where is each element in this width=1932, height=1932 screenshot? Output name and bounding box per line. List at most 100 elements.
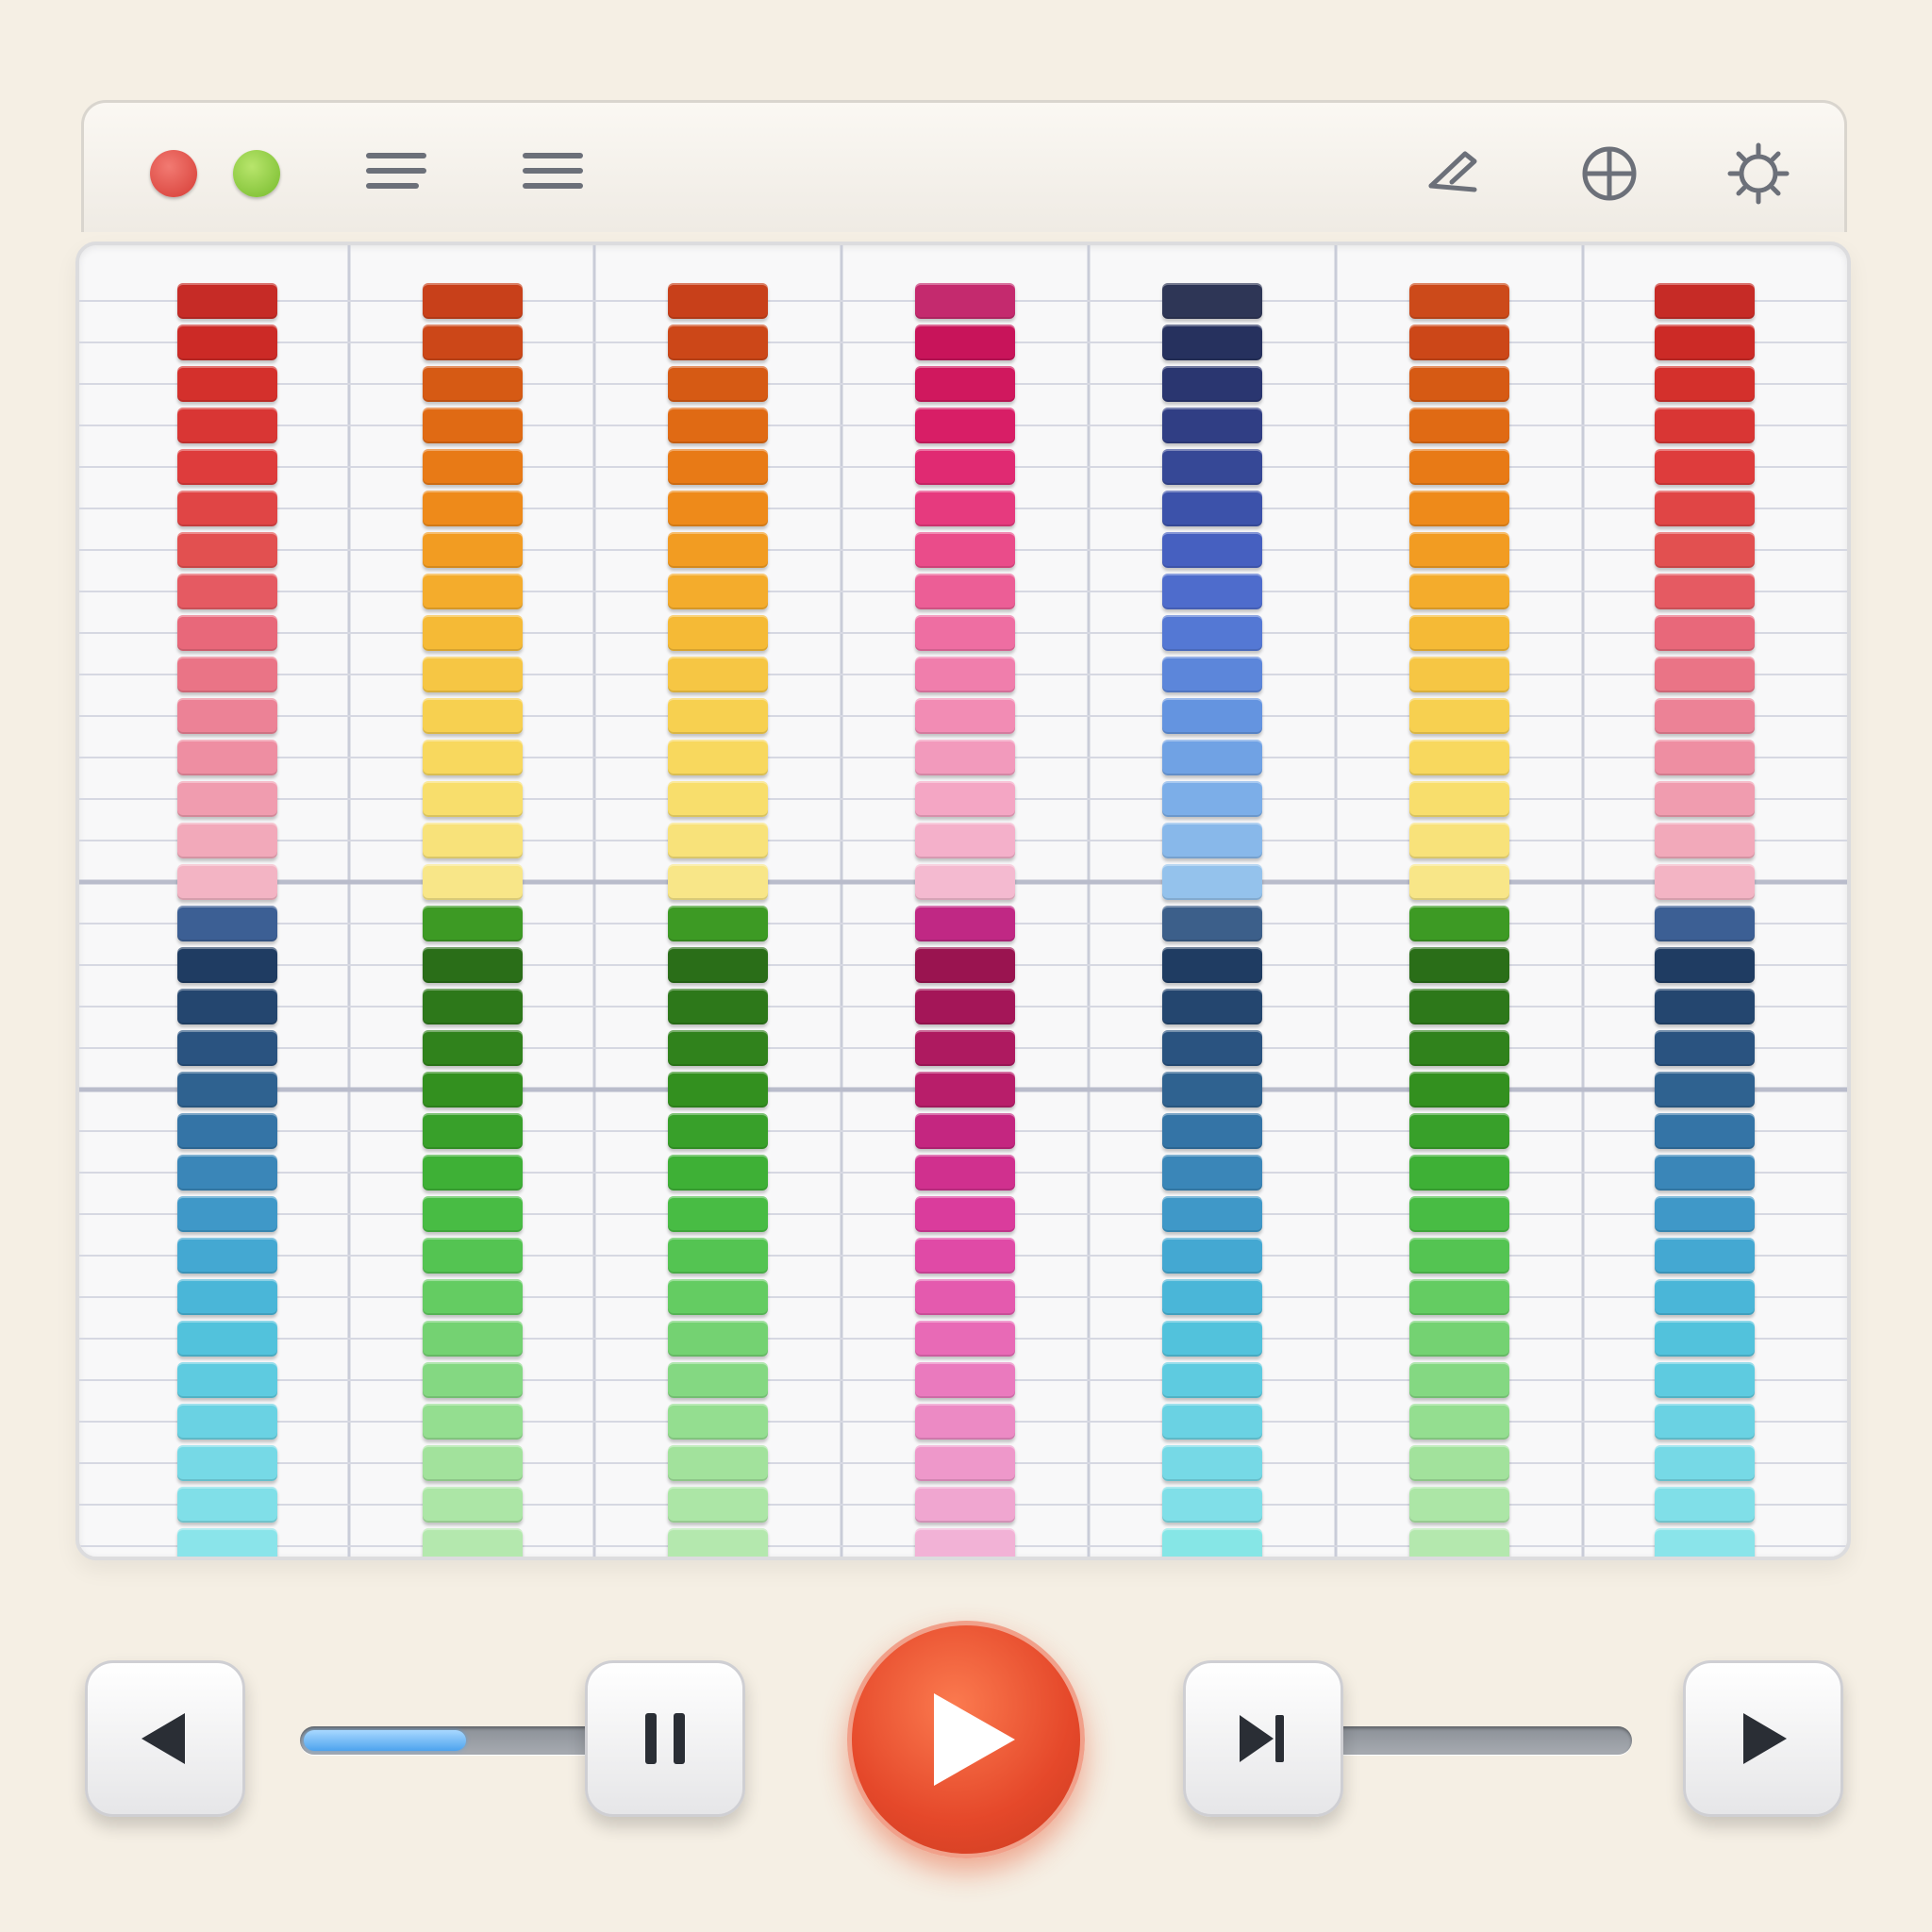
meter-cell[interactable] bbox=[1409, 781, 1509, 817]
meter-cell[interactable] bbox=[915, 366, 1015, 402]
meter-cell[interactable] bbox=[668, 864, 768, 900]
meter-cell[interactable] bbox=[1162, 366, 1262, 402]
list-icon[interactable] bbox=[520, 141, 586, 207]
meter-cell[interactable] bbox=[668, 449, 768, 485]
meter-cell[interactable] bbox=[1409, 1528, 1509, 1557]
meter-cell[interactable] bbox=[423, 532, 523, 568]
meter-cell[interactable] bbox=[1162, 1487, 1262, 1523]
meter-cell[interactable] bbox=[1162, 1072, 1262, 1108]
meter-cell[interactable] bbox=[668, 491, 768, 526]
pause-button[interactable] bbox=[585, 1660, 745, 1817]
meter-cell[interactable] bbox=[423, 906, 523, 941]
meter-cell[interactable] bbox=[1655, 1321, 1755, 1357]
meter-cell[interactable] bbox=[423, 698, 523, 734]
meter-cell[interactable] bbox=[915, 449, 1015, 485]
meter-cell[interactable] bbox=[1162, 1279, 1262, 1315]
meter-cell[interactable] bbox=[177, 1279, 277, 1315]
meter-cell[interactable] bbox=[423, 1528, 523, 1557]
meter-cell[interactable] bbox=[177, 491, 277, 526]
meter-cell[interactable] bbox=[668, 366, 768, 402]
meter-cell[interactable] bbox=[1655, 1279, 1755, 1315]
meter-cell[interactable] bbox=[1655, 864, 1755, 900]
meter-cell[interactable] bbox=[915, 1487, 1015, 1523]
meter-cell[interactable] bbox=[915, 864, 1015, 900]
meter-cell[interactable] bbox=[1162, 1445, 1262, 1481]
meter-cell[interactable] bbox=[177, 1487, 277, 1523]
meter-cell[interactable] bbox=[1162, 698, 1262, 734]
progress-slider[interactable] bbox=[300, 1726, 602, 1755]
meter-cell[interactable] bbox=[1655, 1445, 1755, 1481]
meter-cell[interactable] bbox=[423, 615, 523, 651]
meter-cell[interactable] bbox=[1409, 740, 1509, 775]
meter-cell[interactable] bbox=[1409, 1321, 1509, 1357]
meter-cell[interactable] bbox=[1409, 1155, 1509, 1191]
meter-cell[interactable] bbox=[668, 1238, 768, 1274]
meter-cell[interactable] bbox=[1655, 657, 1755, 692]
meter-cell[interactable] bbox=[1655, 1238, 1755, 1274]
meter-cell[interactable] bbox=[177, 740, 277, 775]
meter-cell[interactable] bbox=[423, 1279, 523, 1315]
meter-cell[interactable] bbox=[915, 1279, 1015, 1315]
meter-cell[interactable] bbox=[1409, 864, 1509, 900]
meter-cell[interactable] bbox=[915, 1113, 1015, 1149]
meter-cell[interactable] bbox=[1409, 325, 1509, 360]
meter-cell[interactable] bbox=[1162, 491, 1262, 526]
meter-cell[interactable] bbox=[423, 1196, 523, 1232]
meter-cell[interactable] bbox=[1655, 1404, 1755, 1440]
meter-cell[interactable] bbox=[1162, 1155, 1262, 1191]
meter-cell[interactable] bbox=[668, 823, 768, 858]
meter-cell[interactable] bbox=[915, 906, 1015, 941]
meter-cell[interactable] bbox=[1409, 532, 1509, 568]
meter-cell[interactable] bbox=[1655, 1362, 1755, 1398]
meter-cell[interactable] bbox=[1409, 1445, 1509, 1481]
meter-cell[interactable] bbox=[1655, 989, 1755, 1024]
meter-cell[interactable] bbox=[423, 408, 523, 443]
meter-cell[interactable] bbox=[1162, 906, 1262, 941]
meter-cell[interactable] bbox=[1409, 1404, 1509, 1440]
meter-cell[interactable] bbox=[1655, 781, 1755, 817]
meter-cell[interactable] bbox=[423, 325, 523, 360]
meter-cell[interactable] bbox=[1162, 1113, 1262, 1149]
meter-cell[interactable] bbox=[915, 1155, 1015, 1191]
meter-cell[interactable] bbox=[668, 698, 768, 734]
meter-cell[interactable] bbox=[1162, 1238, 1262, 1274]
skip-next-button[interactable] bbox=[1183, 1660, 1343, 1817]
meter-cell[interactable] bbox=[668, 1279, 768, 1315]
meter-cell[interactable] bbox=[1655, 283, 1755, 319]
meter-cell[interactable] bbox=[177, 1072, 277, 1108]
meter-cell[interactable] bbox=[423, 1445, 523, 1481]
meter-cell[interactable] bbox=[177, 615, 277, 651]
meter-cell[interactable] bbox=[177, 1362, 277, 1398]
meter-cell[interactable] bbox=[1409, 491, 1509, 526]
meter-cell[interactable] bbox=[668, 1196, 768, 1232]
meter-cell[interactable] bbox=[423, 823, 523, 858]
meter-cell[interactable] bbox=[423, 781, 523, 817]
meter-cell[interactable] bbox=[177, 325, 277, 360]
meter-cell[interactable] bbox=[915, 1404, 1015, 1440]
meter-cell[interactable] bbox=[177, 574, 277, 609]
meter-cell[interactable] bbox=[1655, 532, 1755, 568]
meter-cell[interactable] bbox=[668, 906, 768, 941]
meter-cell[interactable] bbox=[423, 449, 523, 485]
meter-cell[interactable] bbox=[1655, 947, 1755, 983]
meter-cell[interactable] bbox=[915, 823, 1015, 858]
meter-cell[interactable] bbox=[1162, 1321, 1262, 1357]
meter-cell[interactable] bbox=[668, 1445, 768, 1481]
meter-cell[interactable] bbox=[1409, 1362, 1509, 1398]
meter-cell[interactable] bbox=[1409, 906, 1509, 941]
meter-cell[interactable] bbox=[1655, 408, 1755, 443]
meter-cell[interactable] bbox=[423, 1238, 523, 1274]
meter-cell[interactable] bbox=[668, 1030, 768, 1066]
meter-cell[interactable] bbox=[915, 781, 1015, 817]
meter-cell[interactable] bbox=[1162, 1030, 1262, 1066]
meter-cell[interactable] bbox=[177, 823, 277, 858]
meter-cell[interactable] bbox=[1409, 823, 1509, 858]
meter-cell[interactable] bbox=[1655, 1155, 1755, 1191]
meter-cell[interactable] bbox=[1655, 1113, 1755, 1149]
zoom-dot-icon[interactable] bbox=[233, 150, 280, 197]
previous-button[interactable] bbox=[85, 1660, 245, 1817]
meter-cell[interactable] bbox=[668, 1404, 768, 1440]
meter-cell[interactable] bbox=[423, 947, 523, 983]
meter-cell[interactable] bbox=[177, 1445, 277, 1481]
meter-cell[interactable] bbox=[915, 740, 1015, 775]
